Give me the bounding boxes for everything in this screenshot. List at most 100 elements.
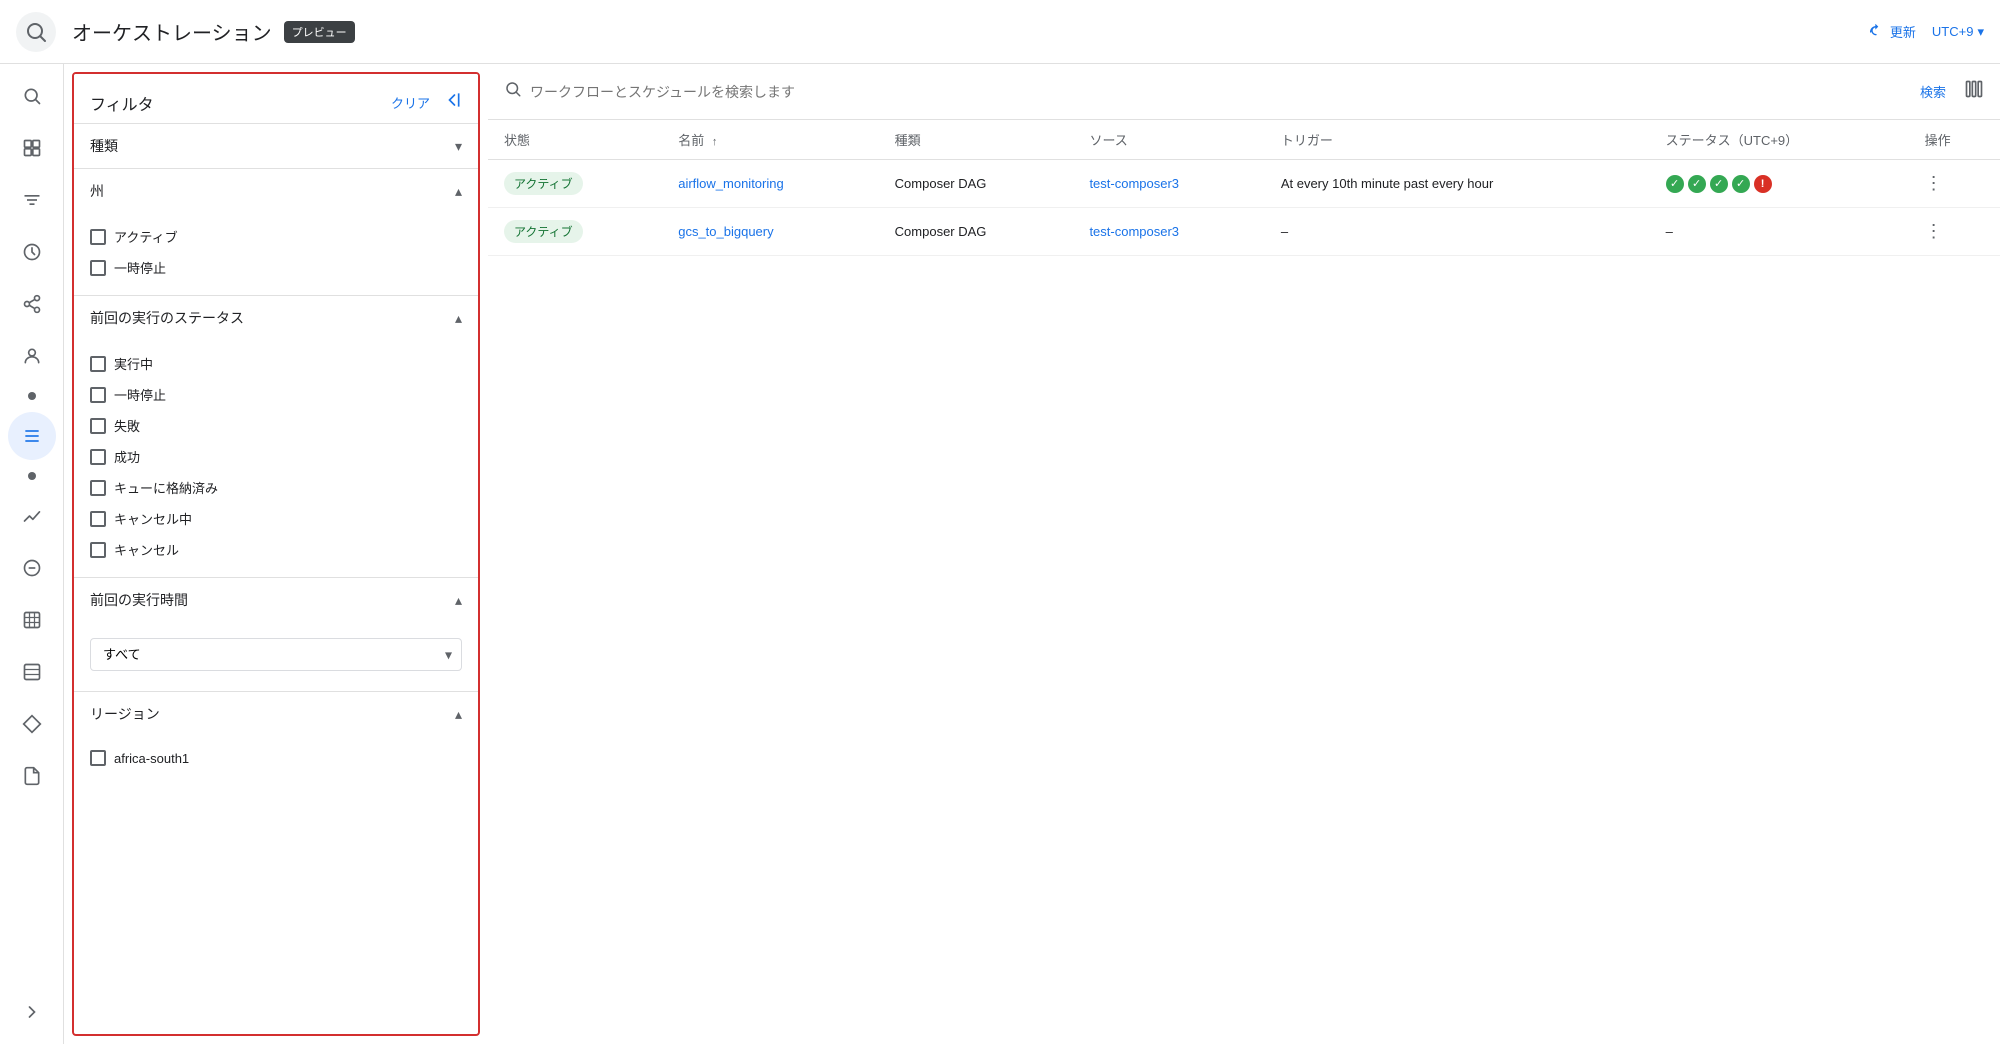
table-area: 状態 名前 ↑ 種類 ソース トリガー ステータス（UTC+9） 操作 [488, 120, 2000, 1044]
chevron-up-icon-4: ▴ [455, 706, 462, 723]
cell-status: – [1650, 208, 1909, 256]
sidebar-item-doc[interactable] [8, 752, 56, 800]
source-link[interactable]: test-composer3 [1089, 176, 1179, 191]
page-title: オーケストレーション [72, 17, 272, 46]
cell-actions: ⋮ [1909, 208, 2000, 256]
table-row: アクティブ airflow_monitoring Composer DAG te… [488, 160, 2000, 208]
filter-checkbox-africa-south1[interactable]: africa-south1 [90, 744, 462, 772]
columns-toggle-icon[interactable] [1964, 79, 1984, 104]
filter-checkbox-queued[interactable]: キューに格納済み [90, 472, 462, 503]
refresh-button[interactable]: 更新 [1868, 22, 1916, 41]
cell-source: test-composer3 [1073, 160, 1264, 208]
search-icon [504, 80, 522, 103]
chevron-up-icon-2: ▴ [455, 310, 462, 327]
sidebar-item-search[interactable] [8, 72, 56, 120]
topbar: オーケストレーション プレビュー 更新 UTC+9 ▾ [0, 0, 2000, 64]
status-check-icon-2: ✓ [1688, 175, 1706, 193]
search-bar: 検索 [488, 64, 2000, 120]
checkbox-africa-south1[interactable] [90, 750, 106, 766]
filter-checkbox-paused[interactable]: 一時停止 [90, 252, 462, 283]
filter-section-last-run-time-body: すべて 1時間以内 6時間以内 24時間以内 7日以内 ▾ [74, 622, 478, 691]
cell-status: ✓ ✓ ✓ ✓ ! [1650, 160, 1909, 208]
filter-section-type-header[interactable]: 種類 ▾ [74, 124, 478, 168]
filter-checkbox-active[interactable]: アクティブ [90, 221, 462, 252]
filter-collapse-button[interactable] [442, 90, 462, 115]
utc-selector[interactable]: UTC+9 ▾ [1932, 24, 1984, 40]
checkbox-queued[interactable] [90, 480, 106, 496]
filter-checkbox-cancelled[interactable]: キャンセル [90, 534, 462, 565]
checkbox-cancelling[interactable] [90, 511, 106, 527]
sidebar-item-filter[interactable] [8, 176, 56, 224]
refresh-icon [1868, 24, 1884, 40]
filter-section-region-header[interactable]: リージョン ▴ [74, 692, 478, 736]
sidebar-item-orchestration[interactable] [8, 412, 56, 460]
sidebar-item-table[interactable] [8, 648, 56, 696]
filter-section-region: リージョン ▴ africa-south1 [74, 691, 478, 784]
filter-title: フィルタ [90, 91, 154, 115]
chevron-up-icon: ▴ [455, 183, 462, 200]
checkbox-running[interactable] [90, 356, 106, 372]
col-header-trigger: トリガー [1265, 120, 1650, 160]
last-run-time-select[interactable]: すべて 1時間以内 6時間以内 24時間以内 7日以内 [90, 638, 462, 671]
cell-name: gcs_to_bigquery [662, 208, 878, 256]
col-header-actions: 操作 [1909, 120, 2000, 160]
filter-section-state: 州 ▴ アクティブ 一時停止 [74, 168, 478, 295]
cell-trigger: At every 10th minute past every hour [1265, 160, 1650, 208]
status-check-icon-3: ✓ [1710, 175, 1728, 193]
filter-clear-button[interactable]: クリア [391, 93, 430, 112]
col-header-name[interactable]: 名前 ↑ [662, 120, 878, 160]
more-actions-button[interactable]: ⋮ [1925, 173, 1943, 193]
filter-checkbox-failed[interactable]: 失敗 [90, 410, 462, 441]
status-badge-active-2: アクティブ [504, 220, 583, 243]
filter-section-state-header[interactable]: 州 ▴ [74, 169, 478, 213]
checkbox-paused[interactable] [90, 260, 106, 276]
filter-panel: フィルタ クリア 種類 ▾ 州 ▴ アク [72, 72, 480, 1036]
chevron-down-icon: ▾ [455, 138, 462, 155]
sidebar-item-diamond[interactable] [8, 700, 56, 748]
filter-section-last-run-time-header[interactable]: 前回の実行時間 ▴ [74, 578, 478, 622]
dot-divider-2 [28, 472, 36, 480]
checkbox-suspended[interactable] [90, 387, 106, 403]
checkbox-failed[interactable] [90, 418, 106, 434]
cell-name: airflow_monitoring [662, 160, 878, 208]
sidebar-item-clock[interactable] [8, 228, 56, 276]
sidebar-item-grid[interactable] [8, 596, 56, 644]
status-check-icon-4: ✓ [1732, 175, 1750, 193]
filter-section-last-run-status: 前回の実行のステータス ▴ 実行中 一時停止 失敗 成功 [74, 295, 478, 577]
filter-checkbox-cancelling[interactable]: キャンセル中 [90, 503, 462, 534]
app-logo[interactable] [16, 12, 56, 52]
status-icons: ✓ ✓ ✓ ✓ ! [1666, 175, 1893, 193]
col-header-type: 種類 [879, 120, 1074, 160]
filter-section-type: 種類 ▾ [74, 123, 478, 168]
cell-type: Composer DAG [879, 208, 1074, 256]
checkbox-success[interactable] [90, 449, 106, 465]
filter-section-region-body: africa-south1 [74, 736, 478, 784]
col-header-status: ステータス（UTC+9） [1650, 120, 1909, 160]
sidebar-item-expand[interactable] [8, 988, 56, 1036]
cell-state: アクティブ [488, 160, 662, 208]
filter-checkbox-suspended[interactable]: 一時停止 [90, 379, 462, 410]
search-button[interactable]: 検索 [1910, 76, 1956, 107]
sidebar-item-share[interactable] [8, 280, 56, 328]
sidebar-item-people[interactable] [8, 332, 56, 380]
search-input[interactable] [530, 84, 1902, 100]
checkbox-cancelled[interactable] [90, 542, 106, 558]
dot-divider-1 [28, 392, 36, 400]
content-area: 検索 状態 名前 ↑ 種類 ソース トリガー ステータス（UTC+9 [488, 64, 2000, 1044]
status-error-icon: ! [1754, 175, 1772, 193]
more-actions-button-2[interactable]: ⋮ [1925, 221, 1943, 241]
sidebar-item-shield[interactable] [8, 544, 56, 592]
main-layout: フィルタ クリア 種類 ▾ 州 ▴ アク [0, 64, 2000, 1044]
filter-section-last-run-status-header[interactable]: 前回の実行のステータス ▴ [74, 296, 478, 340]
workflow-name-link[interactable]: airflow_monitoring [678, 176, 784, 191]
source-link-2[interactable]: test-composer3 [1089, 224, 1179, 239]
filter-checkbox-success[interactable]: 成功 [90, 441, 462, 472]
filter-section-last-run-time: 前回の実行時間 ▴ すべて 1時間以内 6時間以内 24時間以内 7日以内 ▾ [74, 577, 478, 691]
sidebar-item-chart[interactable] [8, 492, 56, 540]
filter-checkbox-running[interactable]: 実行中 [90, 348, 462, 379]
sidebar-item-dashboard[interactable] [8, 124, 56, 172]
status-check-icon-1: ✓ [1666, 175, 1684, 193]
checkbox-active[interactable] [90, 229, 106, 245]
workflow-name-link-2[interactable]: gcs_to_bigquery [678, 224, 773, 239]
cell-type: Composer DAG [879, 160, 1074, 208]
